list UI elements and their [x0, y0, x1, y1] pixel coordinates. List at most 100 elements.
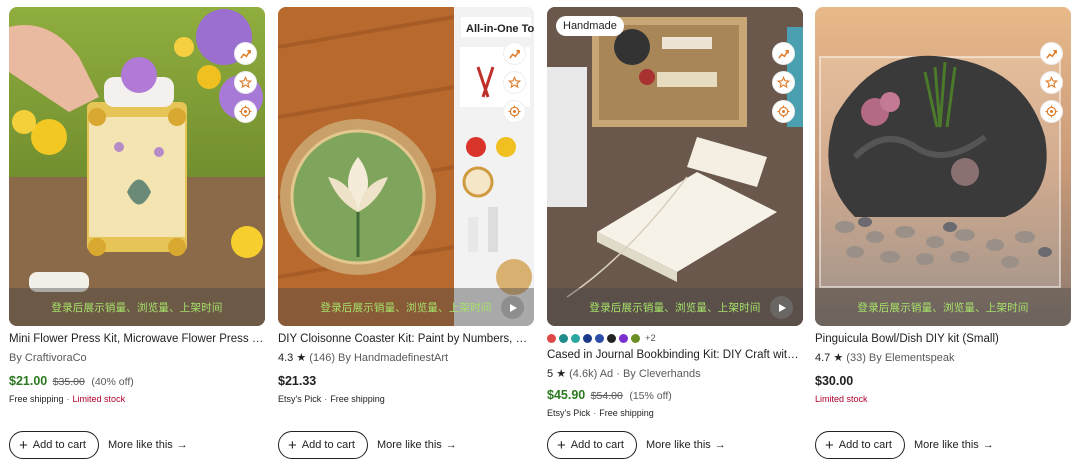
- chart-icon[interactable]: [1040, 42, 1063, 65]
- product-title[interactable]: DIY Cloisonne Coaster Kit: Paint by Numb…: [278, 332, 534, 347]
- more-like-this-link[interactable]: More like this →: [377, 439, 457, 451]
- limited-stock-tag: Limited stock: [815, 394, 868, 404]
- review-count: (146): [309, 352, 335, 364]
- etsys-pick-tag: Etsy's Pick: [278, 394, 322, 404]
- arrow-right-icon: →: [982, 439, 994, 451]
- product-card[interactable]: Handmade 登录后展示销量、浏览量、上架时间 +2 Cased in Jo…: [547, 7, 803, 467]
- review-count: (33): [846, 352, 866, 364]
- rating-line: 4.3 ★ (146) By HandmadefinestArt: [278, 350, 534, 367]
- color-swatch[interactable]: [583, 333, 592, 343]
- info-overlay: 登录后展示销量、浏览量、上架时间: [278, 288, 534, 326]
- more-like-this-label: More like this: [913, 439, 979, 451]
- image-action-icons: [772, 42, 795, 123]
- bookbinding-kit-photo: [547, 7, 803, 326]
- separator: ·: [616, 368, 620, 380]
- shop-name[interactable]: By Elementspeak: [869, 352, 955, 364]
- color-swatch[interactable]: [607, 333, 616, 343]
- color-swatch[interactable]: [571, 333, 580, 343]
- more-colors-count: +2: [645, 332, 656, 344]
- add-to-cart-label: Add to cart: [838, 439, 892, 451]
- target-icon[interactable]: [772, 100, 795, 123]
- sale-price: $21.00: [9, 374, 48, 388]
- play-icon: [778, 303, 786, 312]
- add-to-cart-button[interactable]: + Add to cart: [547, 431, 637, 459]
- limited-stock-tag: Limited stock: [72, 394, 126, 404]
- discount: (40% off): [91, 376, 134, 388]
- color-swatch[interactable]: [619, 333, 628, 343]
- product-image[interactable]: Handmade 登录后展示销量、浏览量、上架时间: [547, 7, 803, 326]
- more-like-this-link[interactable]: More like this →: [914, 439, 994, 451]
- price: $21.33: [278, 374, 317, 388]
- arrow-right-icon: →: [714, 439, 726, 451]
- more-like-this-link[interactable]: More like this →: [646, 439, 726, 451]
- chart-icon[interactable]: [772, 42, 795, 65]
- product-title[interactable]: Mini Flower Press Kit, Microwave Flower …: [9, 332, 265, 347]
- shop-name[interactable]: By HandmadefinestArt: [338, 352, 448, 364]
- ad-label: Ad: [599, 368, 614, 380]
- free-shipping-tag: Free shipping: [599, 408, 654, 418]
- target-icon[interactable]: [503, 100, 526, 123]
- add-to-cart-button[interactable]: + Add to cart: [9, 431, 99, 459]
- shop-line[interactable]: By CraftivoraCo: [9, 350, 265, 367]
- price-line: $30.00: [815, 372, 1071, 390]
- free-shipping-tag: Free shipping: [330, 394, 385, 404]
- more-like-this-label: More like this: [107, 439, 173, 451]
- target-icon[interactable]: [234, 100, 257, 123]
- shop-name[interactable]: By Cleverhands: [623, 368, 701, 380]
- image-action-icons: [1040, 42, 1063, 123]
- star-icon[interactable]: [234, 71, 257, 94]
- product-card[interactable]: 登录后展示销量、浏览量、上架时间 Pinguicula Bowl/Dish DI…: [815, 7, 1071, 467]
- chart-icon[interactable]: [503, 42, 526, 65]
- star-icon[interactable]: [772, 71, 795, 94]
- price-line: $21.33: [278, 372, 534, 390]
- product-title[interactable]: Pinguicula Bowl/Dish DIY kit (Small): [815, 332, 1071, 347]
- product-tags: Etsy's Pick · Free shipping: [278, 392, 534, 406]
- original-price: $35.00: [52, 376, 85, 388]
- more-like-this-label: More like this: [645, 439, 711, 451]
- separator: ·: [593, 408, 597, 418]
- product-title[interactable]: Cased in Journal Bookbinding Kit: DIY Cr…: [547, 348, 803, 363]
- color-swatch[interactable]: [631, 333, 640, 343]
- play-video-button[interactable]: [770, 296, 793, 319]
- etsys-pick-tag: Etsy's Pick: [547, 408, 591, 418]
- add-to-cart-button[interactable]: + Add to cart: [278, 431, 368, 459]
- star-rating-icon: ★: [833, 352, 844, 364]
- add-to-cart-label: Add to cart: [570, 439, 624, 451]
- arrow-right-icon: →: [445, 439, 457, 451]
- cloisonne-coaster-photo: All-in-One Too: [278, 7, 534, 326]
- product-image[interactable]: 登录后展示销量、浏览量、上架时间: [9, 7, 265, 326]
- star-icon[interactable]: [503, 71, 526, 94]
- product-tags: Etsy's Pick · Free shipping: [547, 406, 803, 420]
- plus-icon: +: [825, 436, 834, 454]
- product-card[interactable]: All-in-One Too 登录后展示销量、浏览量、上架时间 DIY Cloi…: [278, 7, 534, 467]
- rating-line: 5 ★ (4.6k) Ad · By Cleverhands: [547, 366, 803, 383]
- price-line: $45.90 $54.00 (15% off): [547, 386, 803, 404]
- more-like-this-link[interactable]: More like this →: [108, 439, 188, 451]
- chart-icon[interactable]: [234, 42, 257, 65]
- plus-icon: +: [19, 436, 28, 454]
- color-swatch[interactable]: [547, 333, 556, 343]
- star-icon[interactable]: [1040, 71, 1063, 94]
- star-rating-icon: ★: [296, 352, 307, 364]
- product-tags: Free shipping · Limited stock: [9, 392, 265, 406]
- info-overlay: 登录后展示销量、浏览量、上架时间: [815, 288, 1071, 326]
- discount: (15% off): [629, 390, 672, 402]
- terrarium-photo: [815, 7, 1071, 326]
- product-image[interactable]: 登录后展示销量、浏览量、上架时间: [815, 7, 1071, 326]
- add-to-cart-label: Add to cart: [301, 439, 355, 451]
- product-card[interactable]: 登录后展示销量、浏览量、上架时间 Mini Flower Press Kit, …: [9, 7, 265, 467]
- product-image[interactable]: All-in-One Too 登录后展示销量、浏览量、上架时间: [278, 7, 534, 326]
- play-video-button[interactable]: [501, 296, 524, 319]
- add-to-cart-button[interactable]: + Add to cart: [815, 431, 905, 459]
- info-overlay: 登录后展示销量、浏览量、上架时间: [9, 288, 265, 326]
- free-shipping-tag: Free shipping: [9, 394, 64, 404]
- price: $30.00: [815, 374, 854, 388]
- review-count: (4.6k): [569, 368, 598, 380]
- price-line: $21.00 $35.00 (40% off): [9, 372, 265, 390]
- color-swatch[interactable]: [559, 333, 568, 343]
- overlay-text: 登录后展示销量、浏览量、上架时间: [51, 301, 223, 314]
- color-swatch[interactable]: [595, 333, 604, 343]
- target-icon[interactable]: [1040, 100, 1063, 123]
- original-price: $54.00: [590, 390, 623, 402]
- color-swatches: +2: [547, 331, 803, 345]
